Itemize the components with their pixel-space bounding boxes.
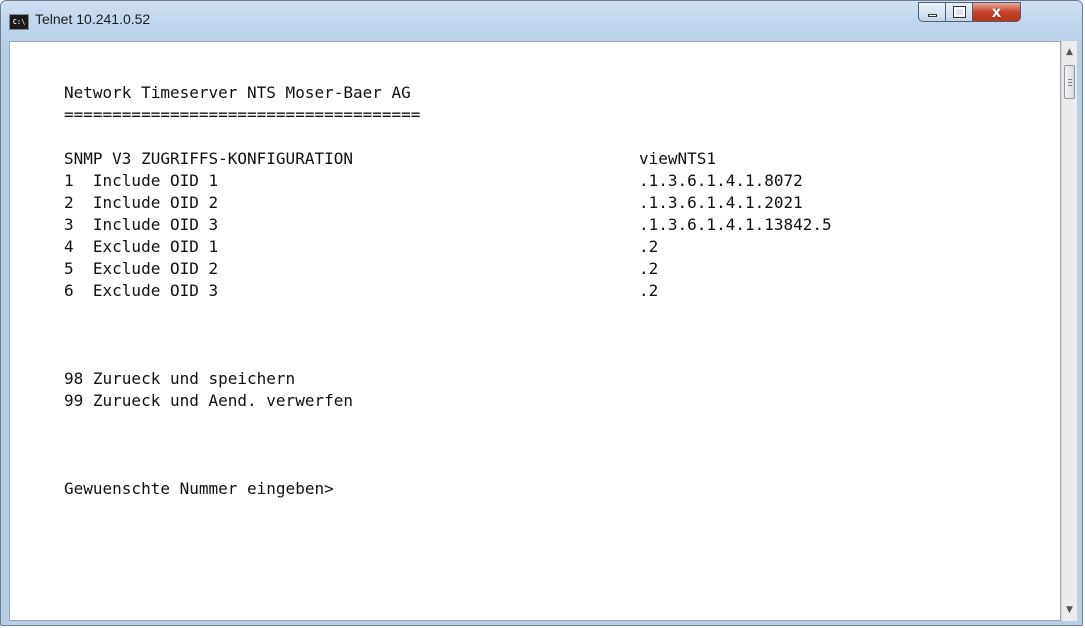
vertical-scrollbar[interactable]: ▲ ▼ [1061, 41, 1077, 621]
option-save: 98 Zurueck und speichern [64, 369, 296, 388]
minimize-icon [919, 3, 945, 21]
menu-item-6-value: .2 [639, 281, 659, 300]
scroll-down-icon[interactable]: ▼ [1062, 601, 1077, 619]
separator-line: ===================================== [64, 105, 421, 124]
menu-item-2-label: 2 Include OID 2 [64, 193, 219, 212]
menu-item-2-value: .1.3.6.1.4.1.2021 [639, 193, 803, 212]
console-output[interactable]: Network Timeserver NTS Moser-Baer AG ===… [9, 41, 1061, 621]
scroll-up-icon[interactable]: ▲ [1062, 43, 1077, 61]
telnet-window: C:\ Telnet 10.241.0.52 x Network Timeser… [0, 0, 1083, 626]
menu-item-3-label: 3 Include OID 3 [64, 215, 219, 234]
menu-item-5-label: 5 Exclude OID 2 [64, 259, 219, 278]
menu-item-6-label: 6 Exclude OID 3 [64, 281, 219, 300]
section-value: viewNTS1 [639, 149, 717, 168]
menu-item-4-value: .2 [639, 237, 659, 256]
menu-item-1-label: 1 Include OID 1 [64, 171, 219, 190]
window-title: Telnet 10.241.0.52 [35, 11, 151, 27]
section-title: SNMP V3 ZUGRIFFS-KONFIGURATION [64, 149, 353, 168]
maximize-icon [946, 3, 972, 21]
scrollbar-thumb[interactable] [1064, 65, 1075, 99]
close-button[interactable]: x [972, 2, 1021, 22]
menu-item-3-value: .1.3.6.1.4.1.13842.5 [639, 215, 832, 234]
grip-line [1068, 82, 1072, 83]
close-icon: x [991, 3, 1002, 21]
menu-item-5-value: .2 [639, 259, 659, 278]
console-app-icon[interactable]: C:\ [9, 14, 29, 30]
option-discard: 99 Zurueck und Aend. verwerfen [64, 391, 353, 410]
input-prompt[interactable]: Gewuenschte Nummer eingeben> [64, 480, 334, 498]
title-bar[interactable]: C:\ Telnet 10.241.0.52 x [1, 1, 1082, 41]
grip-line [1068, 85, 1072, 86]
minimize-button[interactable] [918, 2, 946, 22]
header-line: Network Timeserver NTS Moser-Baer AG [64, 83, 411, 102]
menu-item-1-value: .1.3.6.1.4.1.8072 [639, 171, 803, 190]
menu-item-4-label: 4 Exclude OID 1 [64, 237, 219, 256]
maximize-button[interactable] [945, 2, 973, 22]
grip-line [1068, 79, 1072, 80]
